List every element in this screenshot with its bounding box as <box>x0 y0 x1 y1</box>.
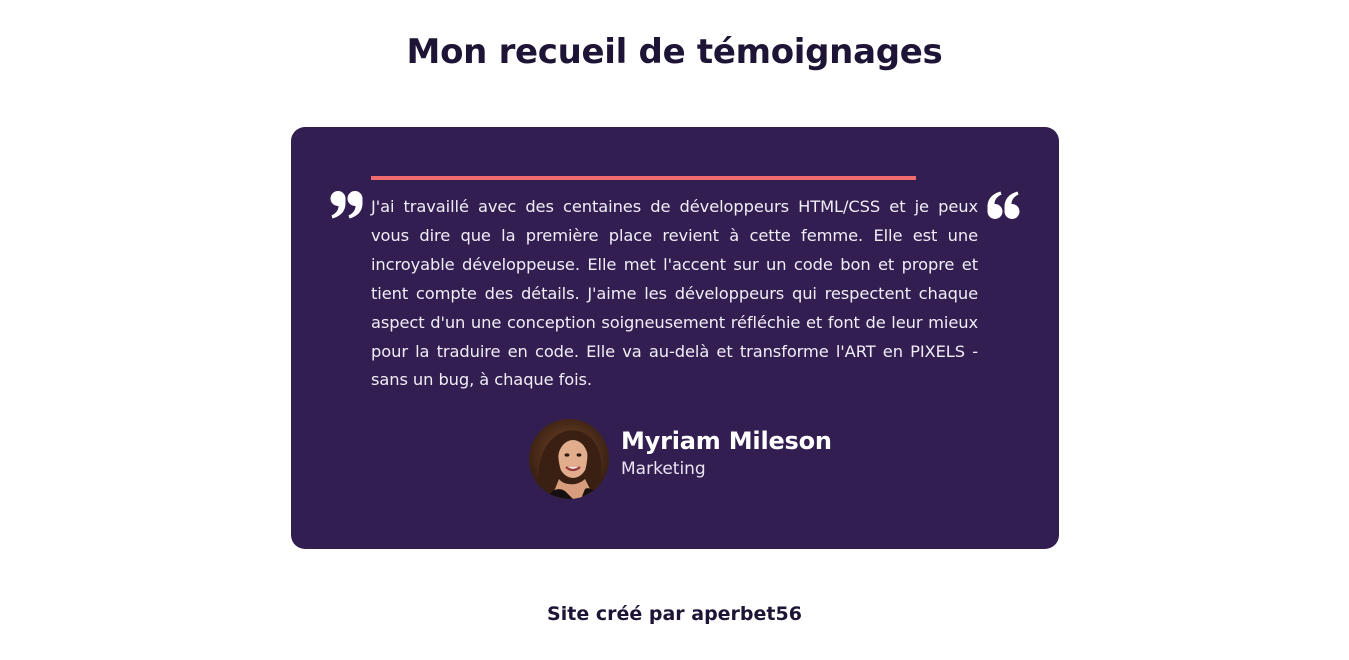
testimonial-text: J'ai travaillé avec des centaines de dév… <box>371 197 978 390</box>
page-title: Mon recueil de témoignages <box>406 32 943 72</box>
testimonial-card: J'ai travaillé avec des centaines de dév… <box>291 127 1059 549</box>
author-name: Myriam Mileson <box>621 427 832 455</box>
page: Mon recueil de témoignages J'ai travaill… <box>0 0 1349 660</box>
author-info: Myriam Mileson Marketing <box>621 426 832 482</box>
quote-close-icon <box>987 191 1020 219</box>
author-avatar <box>529 419 609 499</box>
footer-credit: Site créé par aperbet56 <box>547 603 802 625</box>
author-block: Myriam Mileson Marketing <box>529 419 832 499</box>
accent-divider <box>371 176 916 180</box>
author-role: Marketing <box>621 459 706 479</box>
quote-open-icon <box>330 191 363 219</box>
